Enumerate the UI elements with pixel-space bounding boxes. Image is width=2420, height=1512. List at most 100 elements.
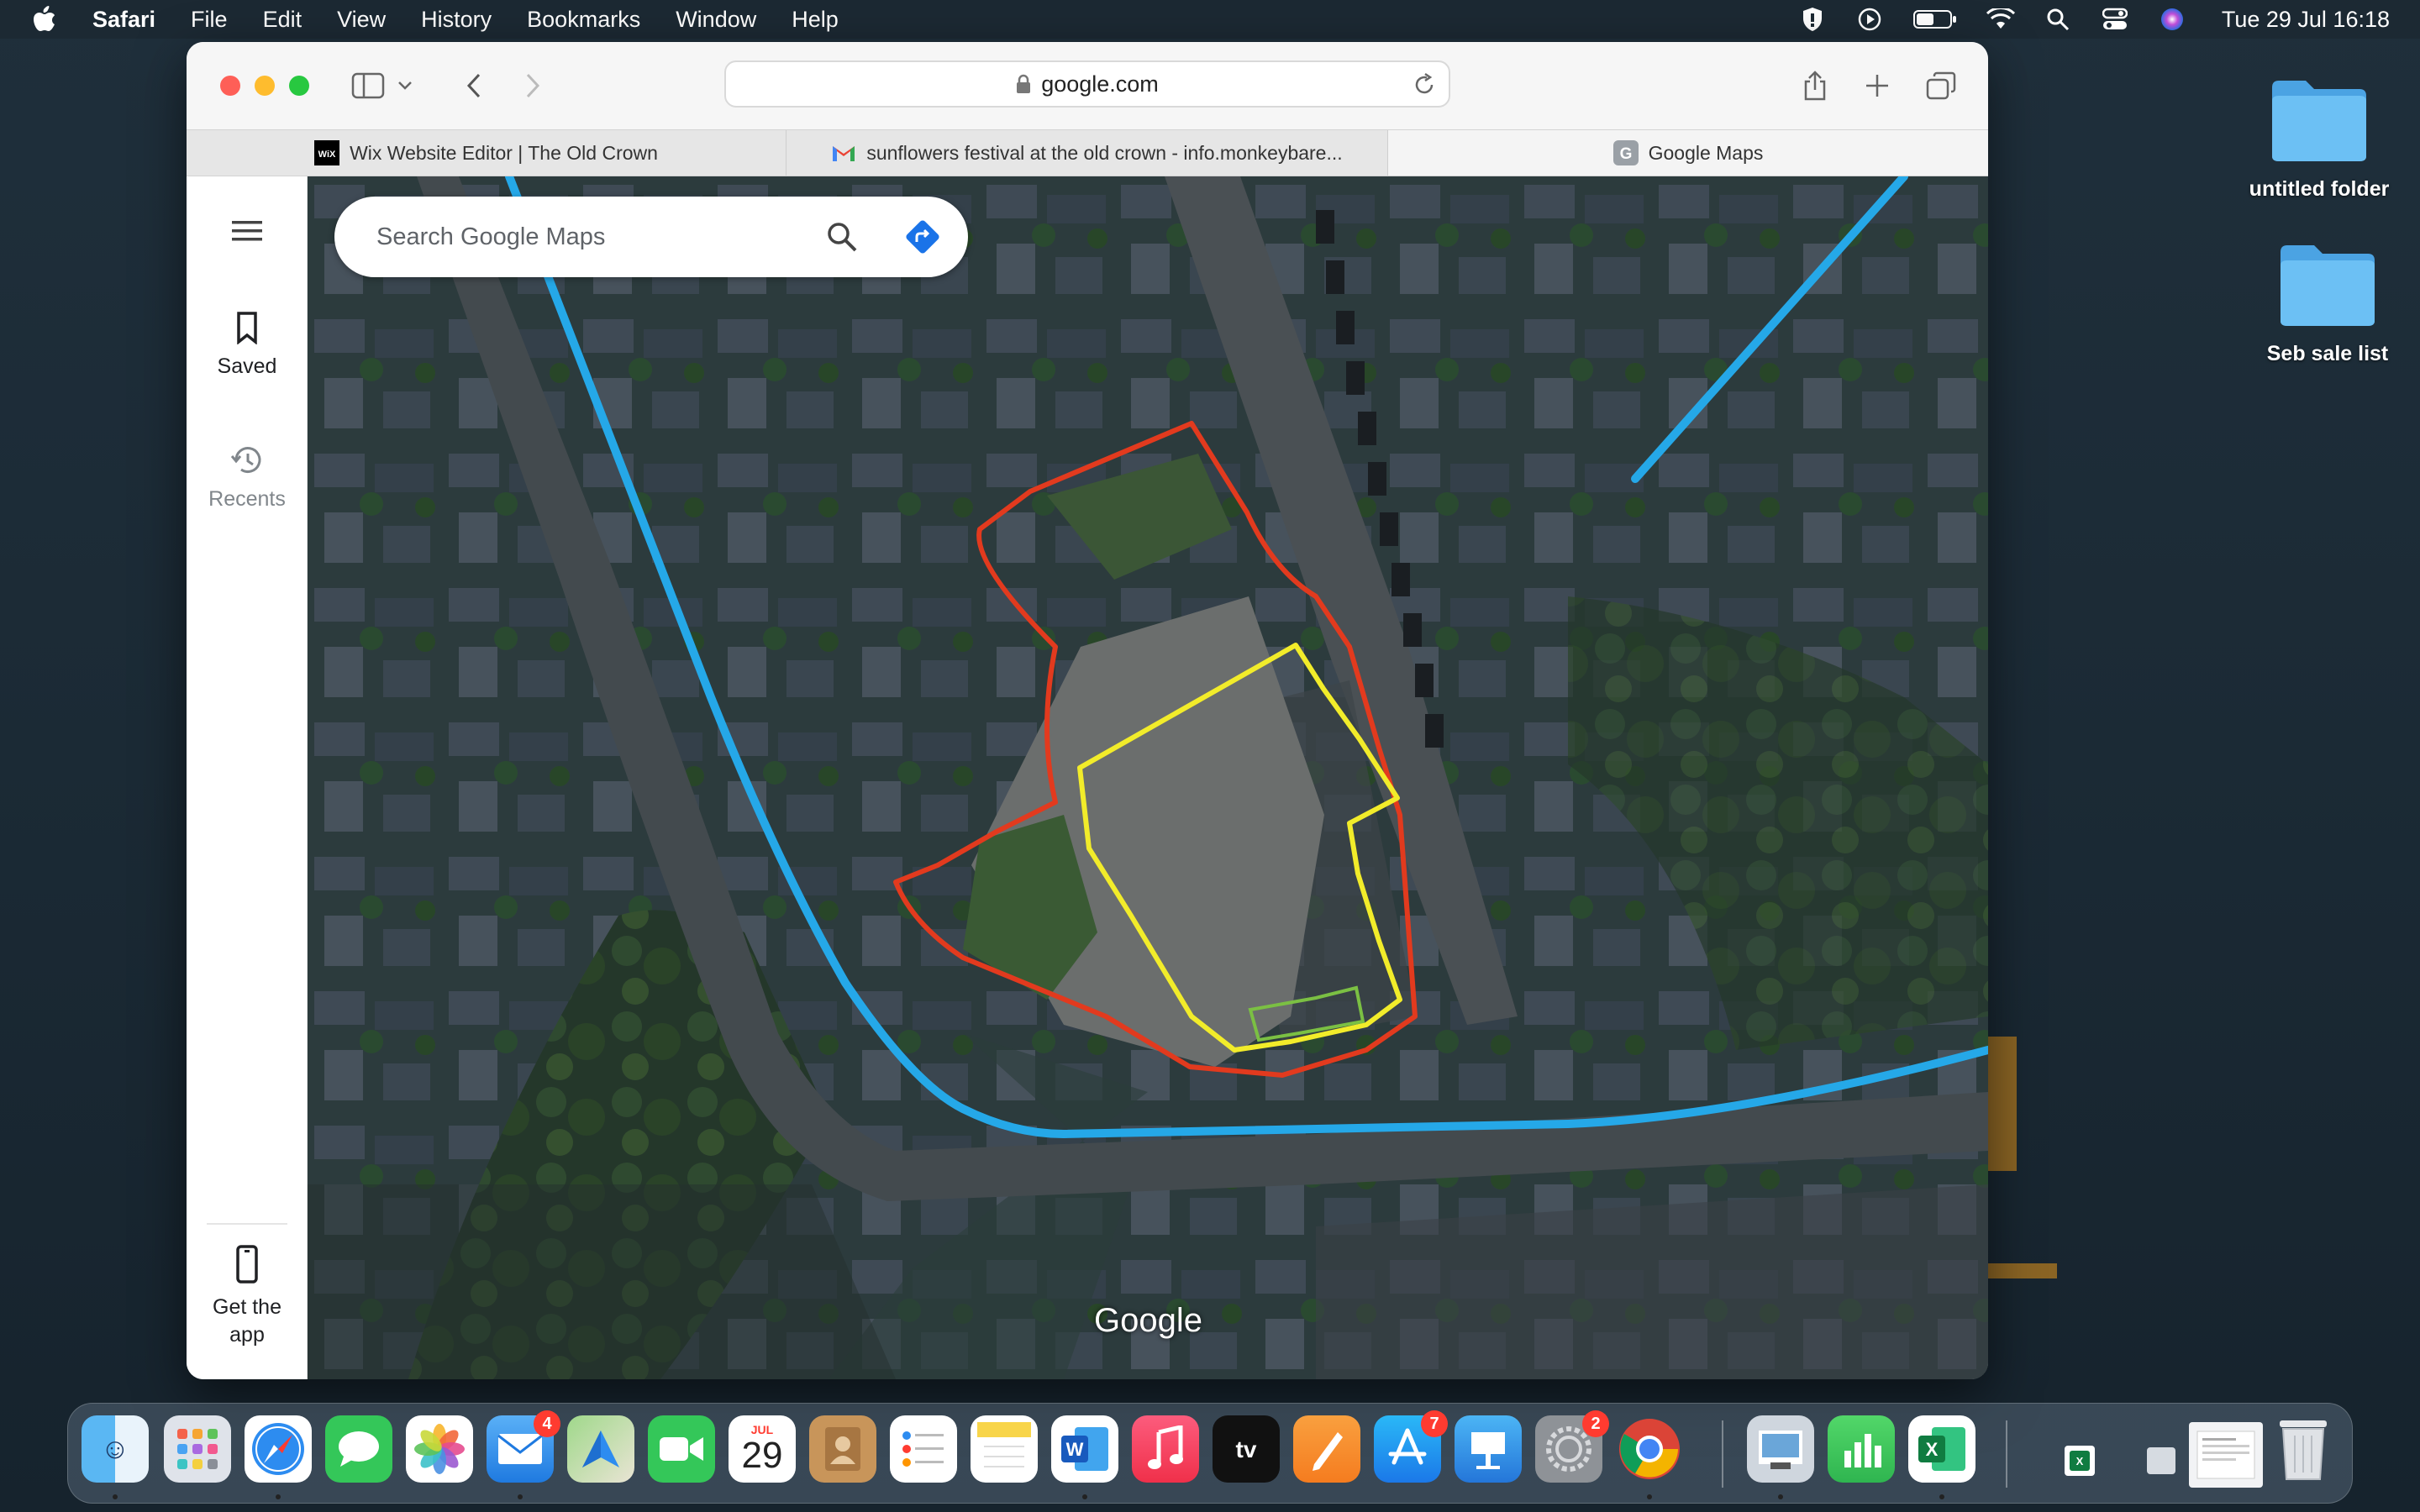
- siri-icon[interactable]: [2158, 7, 2186, 32]
- microsoft-word-icon[interactable]: W: [1051, 1415, 1118, 1483]
- sidebar-toggle-button[interactable]: [350, 67, 387, 104]
- fullscreen-window-button[interactable]: [289, 76, 309, 96]
- saved-button[interactable]: Saved: [187, 311, 308, 379]
- get-app-label-line2: app: [229, 1323, 265, 1347]
- music-icon[interactable]: [1132, 1415, 1199, 1483]
- documents-folder-icon[interactable]: [2189, 1422, 2263, 1488]
- reload-icon[interactable]: [1412, 72, 1437, 103]
- satellite-map[interactable]: Search Google Maps Google: [308, 176, 1988, 1379]
- phone-icon: [187, 1245, 308, 1284]
- app-store-icon[interactable]: 7: [1374, 1410, 1448, 1483]
- tab-gmail[interactable]: sunflowers festival at the old crown - i…: [786, 130, 1388, 176]
- menu-history[interactable]: History: [421, 7, 492, 33]
- search-icon[interactable]: [818, 213, 865, 260]
- menu-button[interactable]: [187, 218, 308, 254]
- menu-bar: Safari File Edit View History Bookmarks …: [0, 0, 2420, 39]
- running-indicator: [518, 1494, 523, 1499]
- dock-separator: [1722, 1420, 1723, 1488]
- share-button[interactable]: [1798, 67, 1832, 104]
- chevron-down-icon[interactable]: [395, 67, 415, 104]
- status-area: Tue 29 Jul 16:18: [1798, 0, 2390, 39]
- minimize-window-button[interactable]: [255, 76, 275, 96]
- tab-overview-button[interactable]: [1924, 67, 1958, 104]
- satellite-imagery[interactable]: [308, 176, 1988, 1379]
- control-center-icon[interactable]: [2101, 7, 2129, 32]
- menu-file[interactable]: File: [191, 7, 228, 33]
- apple-tv-icon[interactable]: tv: [1213, 1415, 1280, 1483]
- saved-label: Saved: [217, 354, 277, 378]
- google-maps-icon: G: [1612, 140, 1639, 165]
- close-window-button[interactable]: [220, 76, 240, 96]
- apple-menu-icon[interactable]: [32, 6, 59, 33]
- desktop-wallpaper-bar: [1988, 1263, 2057, 1278]
- mail-icon[interactable]: 4: [487, 1410, 560, 1483]
- running-indicator: [276, 1494, 281, 1499]
- dock-separator: [2006, 1420, 2007, 1488]
- notes-icon[interactable]: [971, 1415, 1038, 1483]
- pages-icon[interactable]: [1293, 1415, 1360, 1483]
- keynote-icon[interactable]: [1455, 1415, 1522, 1483]
- safari-toolbar: google.com: [187, 42, 1988, 129]
- menu-edit[interactable]: Edit: [263, 7, 302, 33]
- play-circle-icon[interactable]: [1855, 7, 1884, 32]
- menu-window[interactable]: Window: [676, 7, 756, 33]
- menu-app-name[interactable]: Safari: [92, 7, 155, 33]
- document-stack-icon[interactable]: [2147, 1447, 2175, 1474]
- desktop-folder-untitled[interactable]: untitled folder: [2235, 76, 2403, 202]
- forward-button[interactable]: [516, 67, 550, 104]
- tab-label: Google Maps: [1648, 141, 1764, 164]
- gmail-icon: [831, 140, 856, 165]
- menu-clock[interactable]: Tue 29 Jul 16:18: [2222, 7, 2390, 33]
- reminders-icon[interactable]: [890, 1415, 957, 1483]
- wifi-icon[interactable]: [1986, 7, 2015, 32]
- svg-text:W: W: [1066, 1439, 1084, 1460]
- svg-text:X: X: [2076, 1455, 2084, 1467]
- shield-icon[interactable]: [1798, 7, 1827, 32]
- mail-badge: 4: [534, 1410, 560, 1437]
- svg-text:G: G: [1619, 145, 1632, 163]
- microsoft-excel-icon[interactable]: X: [1908, 1415, 1975, 1483]
- spotlight-search-icon[interactable]: [2044, 7, 2072, 32]
- maps-side-rail: Saved Recents Get the app: [187, 176, 308, 1379]
- running-indicator: [1778, 1494, 1783, 1499]
- back-button[interactable]: [457, 67, 491, 104]
- chrome-icon[interactable]: [1616, 1415, 1683, 1483]
- facetime-icon[interactable]: [648, 1415, 715, 1483]
- numbers-icon[interactable]: [1828, 1415, 1895, 1483]
- photos-icon[interactable]: [406, 1415, 473, 1483]
- excel-document-icon[interactable]: X: [2065, 1446, 2095, 1476]
- contacts-icon[interactable]: [809, 1415, 876, 1483]
- svg-text:WiX: WiX: [318, 150, 336, 160]
- google-maps-page: Saved Recents Get the app Search Google …: [187, 176, 1988, 1379]
- safari-icon[interactable]: [245, 1415, 312, 1483]
- get-app-button[interactable]: Get the app: [187, 1245, 308, 1349]
- directions-icon[interactable]: [899, 213, 946, 260]
- hamburger-menu-icon: [187, 218, 308, 244]
- maps-icon[interactable]: [567, 1415, 634, 1483]
- history-icon: [187, 444, 308, 477]
- finder-icon[interactable]: ☺: [82, 1415, 149, 1483]
- launchpad-icon[interactable]: [164, 1415, 231, 1483]
- trash-icon[interactable]: [2270, 1415, 2337, 1483]
- desktop-folder-seb-sale-list[interactable]: Seb sale list: [2244, 240, 2412, 366]
- menu-bookmarks[interactable]: Bookmarks: [527, 7, 640, 33]
- system-settings-icon[interactable]: 2: [1535, 1410, 1609, 1483]
- search-input[interactable]: Search Google Maps: [376, 223, 818, 251]
- running-indicator: [113, 1494, 118, 1499]
- tab-google-maps[interactable]: G Google Maps: [1388, 130, 1988, 176]
- new-tab-button[interactable]: [1860, 67, 1894, 104]
- address-bar[interactable]: google.com: [724, 60, 1450, 108]
- calendar-icon[interactable]: JUL 29: [729, 1415, 796, 1483]
- url-text: google.com: [1041, 71, 1159, 97]
- svg-text:tv: tv: [1236, 1436, 1257, 1462]
- recents-button[interactable]: Recents: [187, 444, 308, 512]
- battery-icon[interactable]: [1912, 7, 1958, 32]
- menu-help[interactable]: Help: [792, 7, 839, 33]
- tab-label: sunflowers festival at the old crown - i…: [866, 141, 1343, 164]
- preview-icon[interactable]: [1747, 1415, 1814, 1483]
- rail-divider: [207, 1223, 287, 1225]
- menu-view[interactable]: View: [337, 7, 386, 33]
- bookmark-icon: [187, 311, 308, 344]
- tab-wix-editor[interactable]: WiX Wix Website Editor | The Old Crown: [187, 130, 786, 176]
- messages-icon[interactable]: [325, 1415, 392, 1483]
